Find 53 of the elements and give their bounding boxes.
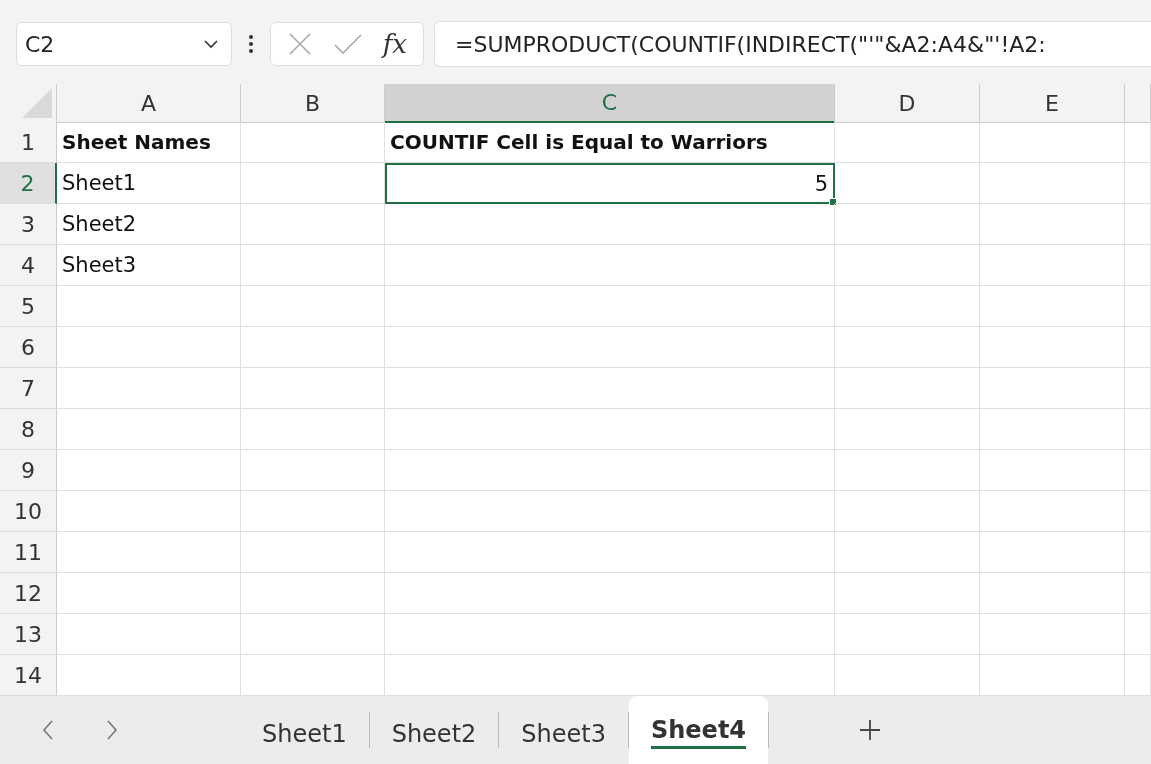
table-cell: Sheet Names [57, 122, 241, 163]
insert-function-button[interactable]: fx [382, 29, 407, 59]
name-box[interactable]: C2 [16, 22, 232, 66]
row-header[interactable]: 3 [0, 204, 57, 245]
sheet-tab[interactable]: Sheet3 [499, 696, 628, 764]
check-icon[interactable] [332, 32, 363, 56]
table-cell: Sheet1 [57, 163, 241, 204]
cell-reference: C2 [25, 31, 55, 57]
row-header[interactable]: 10 [0, 491, 57, 532]
cancel-icon[interactable] [286, 31, 313, 57]
table-cell [1125, 573, 1151, 614]
table-cell: Sheet3 [57, 245, 241, 286]
row-header[interactable]: 11 [0, 532, 57, 573]
row-header[interactable]: 13 [0, 614, 57, 655]
row-header[interactable]: 9 [0, 450, 57, 491]
table-cell [1125, 368, 1151, 409]
column-header[interactable]: C [385, 84, 835, 123]
table-cell: Sheet2 [57, 204, 241, 245]
chevron-down-icon[interactable] [203, 39, 219, 49]
table-cell [1125, 532, 1151, 573]
row-header[interactable]: 4 [0, 245, 57, 286]
row-header[interactable]: 5 [0, 286, 57, 327]
row-header[interactable]: 1 [0, 122, 57, 163]
sheet-tab[interactable]: Sheet4 [628, 696, 769, 764]
row-header[interactable]: 8 [0, 409, 57, 450]
add-sheet-icon[interactable] [859, 719, 882, 741]
sheet-tab[interactable]: Sheet1 [240, 696, 369, 764]
row-header[interactable]: 7 [0, 368, 57, 409]
formula-field[interactable]: =SUMPRODUCT(COUNTIF(INDIRECT("'"&A2:A4&"'!A2: [434, 21, 1151, 67]
table-cell: COUNTIF Cell is Equal to Warriors [385, 122, 835, 163]
table-cell [1125, 409, 1151, 450]
fill-handle[interactable] [829, 198, 837, 206]
table-cell [1125, 614, 1151, 655]
row-header[interactable]: 6 [0, 327, 57, 368]
chevron-right-icon[interactable] [106, 719, 118, 741]
table-cell [1125, 163, 1151, 204]
row-header[interactable]: 14 [0, 655, 57, 696]
column-header[interactable]: A [57, 84, 241, 123]
table-cell [1125, 204, 1151, 245]
column-header[interactable]: D [835, 84, 980, 123]
table-cell: 5 [385, 163, 835, 204]
table-cell [1125, 286, 1151, 327]
sheet-tab[interactable]: Sheet2 [369, 696, 499, 764]
table-cell [1125, 122, 1151, 163]
more-options-icon[interactable] [248, 34, 254, 54]
chevron-left-icon[interactable] [42, 719, 54, 741]
row-header[interactable]: 2 [0, 163, 57, 204]
table-cell [1125, 245, 1151, 286]
column-header[interactable]: E [980, 84, 1125, 123]
table-cell [1125, 491, 1151, 532]
table-cell [1125, 327, 1151, 368]
table-cell [1125, 450, 1151, 491]
row-header[interactable]: 12 [0, 573, 57, 614]
